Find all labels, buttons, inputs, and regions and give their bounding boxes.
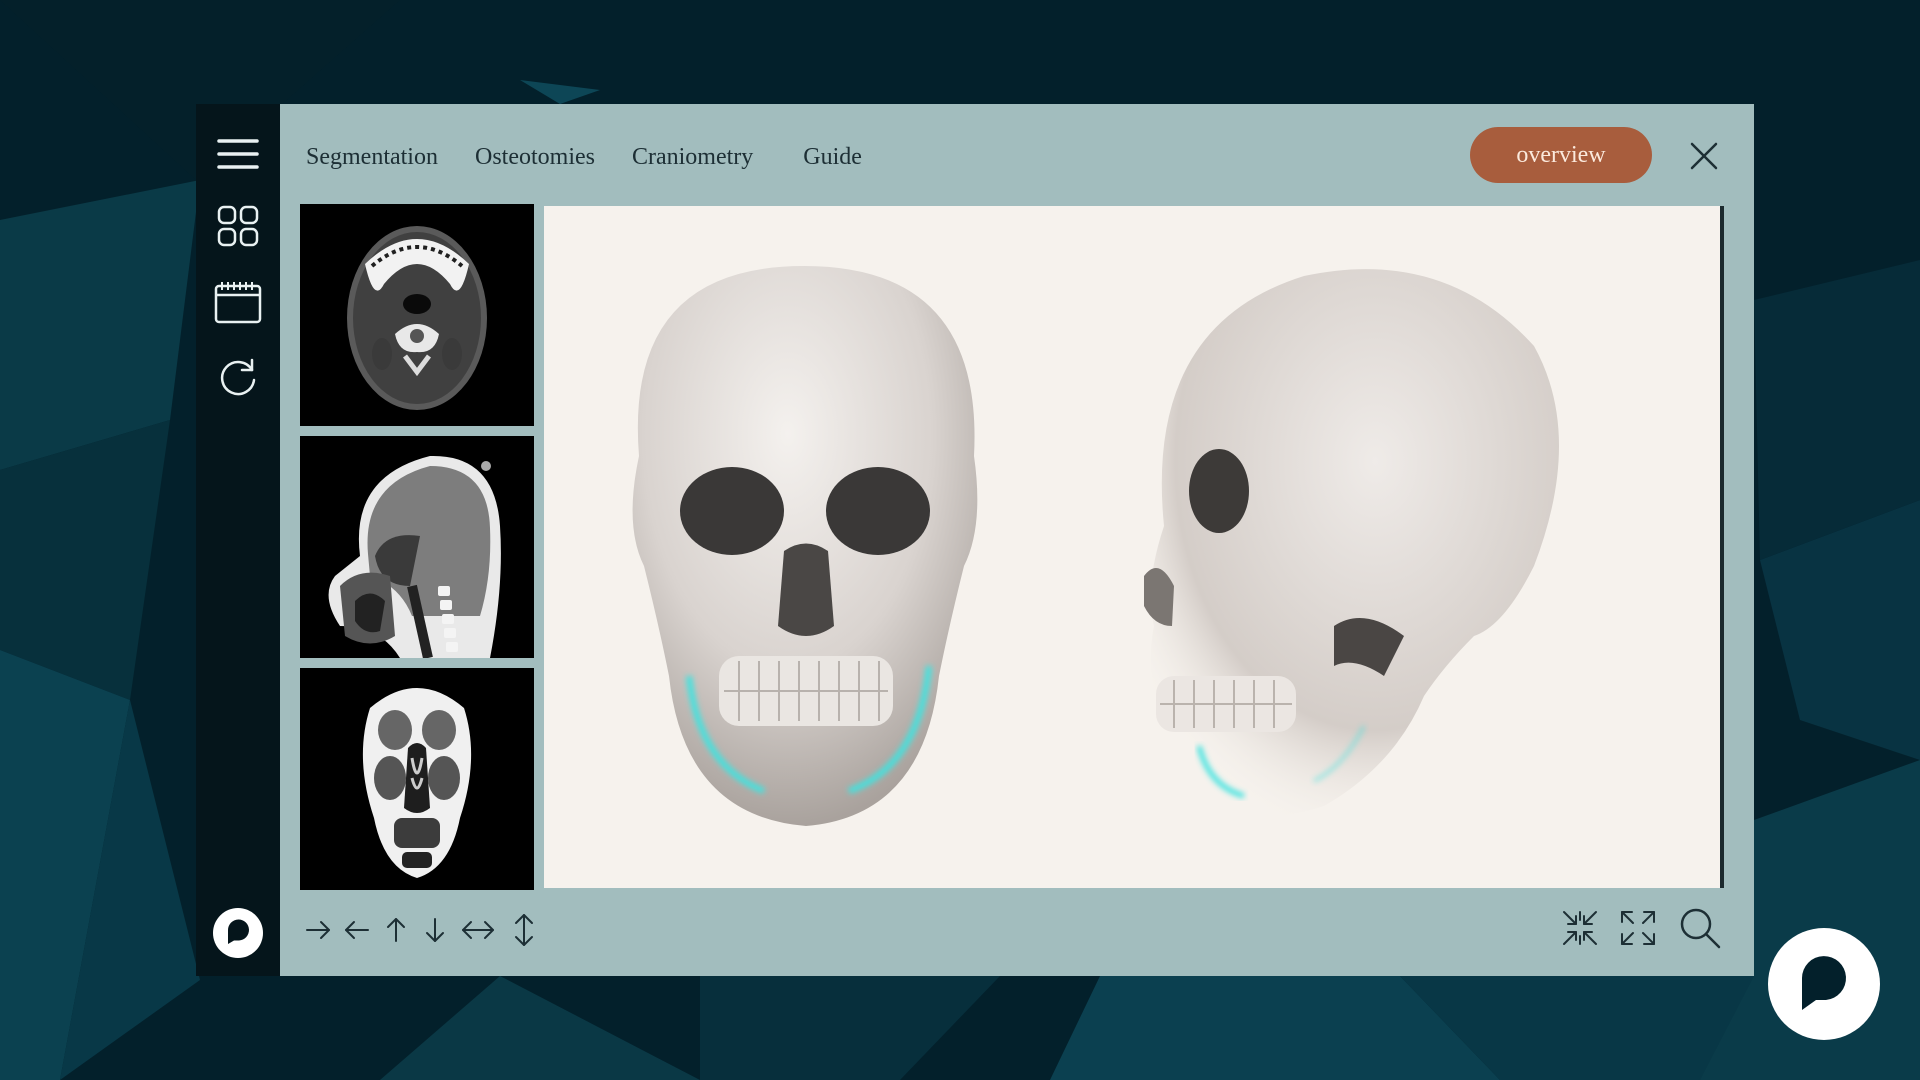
close-icon[interactable] <box>1688 140 1720 172</box>
skull-side-view <box>1144 269 1559 819</box>
main-panel: Segmentation Osteotomies Craniometry Gui… <box>280 104 1754 976</box>
search-icon[interactable] <box>1678 906 1722 950</box>
expand-icon[interactable] <box>1618 908 1658 948</box>
calendar-icon[interactable] <box>214 278 262 326</box>
collapse-icon[interactable] <box>1560 908 1600 948</box>
overview-button[interactable]: overview <box>1470 127 1652 183</box>
floating-chat-logo-icon[interactable] <box>1766 926 1882 1042</box>
app-window: Segmentation Osteotomies Craniometry Gui… <box>196 104 1754 976</box>
tab-segmentation[interactable]: Segmentation <box>306 144 438 171</box>
tab-craniometry[interactable]: Craniometry <box>632 144 753 171</box>
arrow-right-icon[interactable] <box>300 912 336 948</box>
thumbnail-coronal[interactable] <box>300 668 534 890</box>
arrow-up-icon[interactable] <box>378 912 414 948</box>
hamburger-menu-icon[interactable] <box>214 130 262 178</box>
chat-logo-icon[interactable] <box>211 906 265 960</box>
arrow-down-icon[interactable] <box>417 912 453 948</box>
thumbnail-sagittal[interactable] <box>300 436 534 658</box>
grid-icon[interactable] <box>214 202 262 250</box>
skull-front-view <box>632 266 978 826</box>
sidebar <box>196 104 280 976</box>
viewer-border <box>1720 206 1724 888</box>
3d-viewer[interactable] <box>544 206 1720 888</box>
refresh-icon[interactable] <box>214 354 262 402</box>
arrow-left-icon[interactable] <box>339 912 375 948</box>
tab-guide[interactable]: Guide <box>803 144 862 171</box>
arrow-left-right-icon[interactable] <box>460 912 496 948</box>
nav-tabs: Segmentation Osteotomies Craniometry Gui… <box>306 134 899 180</box>
arrow-up-down-icon[interactable] <box>506 912 542 948</box>
tab-osteotomies[interactable]: Osteotomies <box>475 144 595 171</box>
thumbnail-axial[interactable] <box>300 204 534 426</box>
